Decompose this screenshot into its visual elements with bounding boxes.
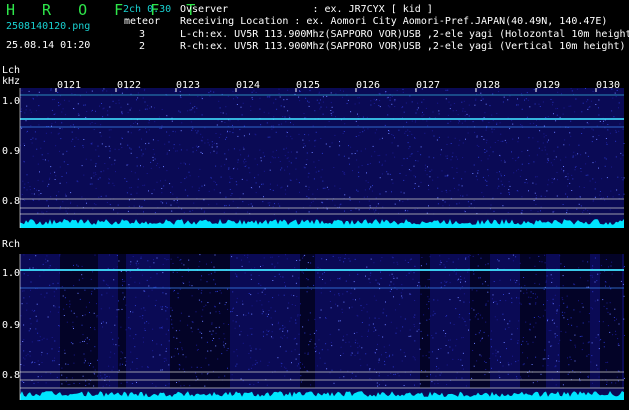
rch-dark-band xyxy=(170,254,230,388)
rch-dark-band xyxy=(600,254,622,388)
rch-tick-1.0: 1.0 xyxy=(2,268,21,279)
rch-dark-band xyxy=(560,254,590,388)
observer-info: Ovserver : ex. JR7CYX [ kid ] xyxy=(180,4,433,15)
meteor-count-label: meteor xyxy=(124,16,161,27)
rch-dark-band xyxy=(60,254,98,388)
location-info: Receiving Location : ex. Aomori City Aom… xyxy=(180,16,608,27)
minute-label: 0123 xyxy=(176,80,201,91)
rch-receiver-info: R-ch:ex. UV5R 113.900Mhz(SAPPORO VOR)USB… xyxy=(180,41,626,52)
lch-tick-0.9: 0.9 xyxy=(2,146,21,157)
rch-dark-band xyxy=(520,254,546,388)
minute-label: 0126 xyxy=(356,80,381,91)
file-name: 2508140120.png xyxy=(6,21,91,32)
minute-label: 0125 xyxy=(296,80,321,91)
minute-label: 0129 xyxy=(536,80,561,91)
rch-channel-label: Rch xyxy=(2,239,21,250)
minute-label: 0121 xyxy=(57,80,82,91)
lch-meteor-count: 3 xyxy=(139,29,146,40)
capture-datetime: 25.08.14 01:20 xyxy=(6,40,91,51)
version-label: 2ch 0.30 xyxy=(123,4,172,15)
lch-receiver-info: L-ch:ex. UV5R 113.900Mhz(SAPPORO VOR)USB… xyxy=(180,29,629,40)
minute-label: 0127 xyxy=(416,80,441,91)
minute-label: 0124 xyxy=(236,80,261,91)
app-title: H R O F F T xyxy=(6,1,205,19)
minute-label: 0122 xyxy=(117,80,142,91)
rch-meteor-count: 2 xyxy=(139,41,146,52)
rch-tick-0.8: 0.8 xyxy=(2,370,21,381)
rch-dark-band xyxy=(470,254,490,388)
rch-dark-band xyxy=(420,254,430,388)
lch-background xyxy=(20,88,624,228)
lch-tick-0.8: 0.8 xyxy=(2,196,21,207)
rch-dark-band xyxy=(118,254,126,388)
spectrogram-canvas xyxy=(19,88,625,400)
lch-channel-label: Lch xyxy=(2,65,21,76)
lch-unit-label: kHz xyxy=(2,76,21,87)
lch-tick-1.0: 1.0 xyxy=(2,96,21,107)
rch-tick-0.9: 0.9 xyxy=(2,320,21,331)
rch-dark-band xyxy=(300,254,315,388)
minute-label: 0128 xyxy=(476,80,501,91)
minute-label: 0130 xyxy=(596,80,621,91)
